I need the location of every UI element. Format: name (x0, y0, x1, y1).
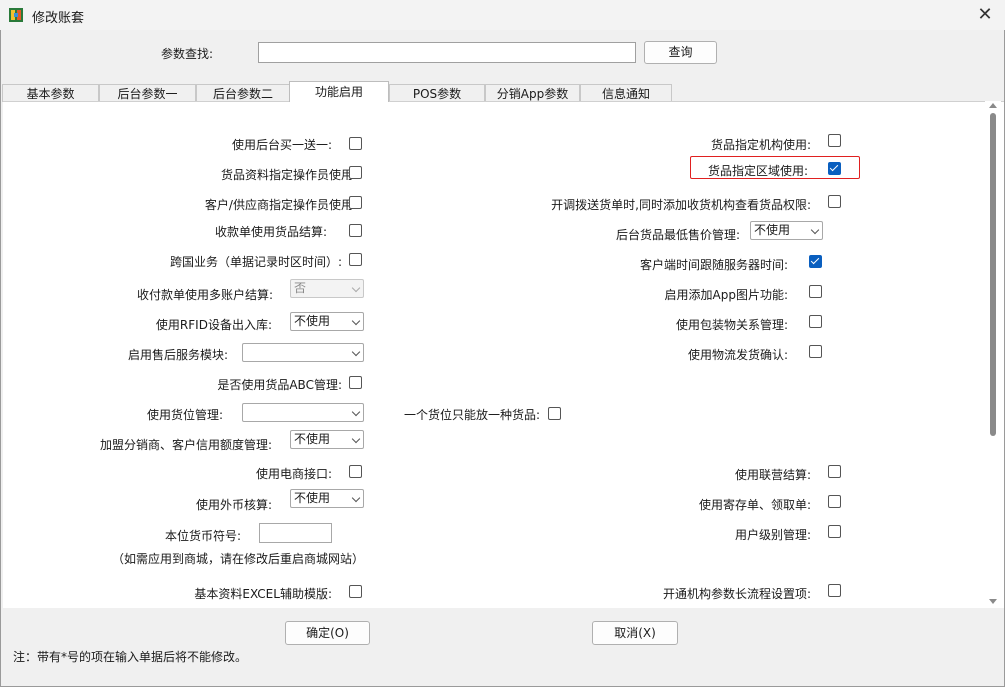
franchise-credit-select[interactable]: 不使用 (290, 430, 364, 449)
buy-one-get-one-checkbox[interactable] (349, 137, 362, 150)
search-input[interactable] (258, 42, 636, 63)
rfid-io-value: 不使用 (294, 314, 331, 328)
user-level-label: 用户级别管理: (734, 528, 811, 542)
rfid-io-label: 使用RFID设备出入库: (155, 318, 272, 332)
excel-template-checkbox[interactable] (349, 585, 362, 598)
vertical-scrollbar[interactable] (985, 101, 1001, 607)
client-server-time-checkbox[interactable] (809, 255, 822, 268)
client-server-time-label: 客户端时间跟随服务器时间: (639, 258, 788, 272)
org-long-process-label: 开通机构参数长流程设置项: (662, 587, 811, 601)
search-label: 参数查找: (161, 47, 214, 61)
goods-region-label: 货品指定区域使用: (707, 164, 808, 178)
foreign-currency-value: 不使用 (294, 491, 331, 505)
search-button[interactable]: 查询 (644, 41, 717, 64)
local-currency-symbol-input[interactable] (259, 523, 332, 543)
cross-border-label: 跨国业务（单据记录时区时间）: (169, 255, 342, 269)
one-goods-per-location-label: 一个货位只能放一种货品: (403, 408, 540, 422)
customer-supplier-operator-label: 客户/供应商指定操作员使用: (204, 198, 357, 212)
receipt-goods-settle-label: 收款单使用货品结算: (214, 225, 327, 239)
cross-border-checkbox[interactable] (349, 253, 362, 266)
scroll-down-icon[interactable] (989, 599, 997, 604)
customer-supplier-operator-checkbox[interactable] (349, 196, 362, 209)
goods-operator-checkbox[interactable] (349, 166, 362, 179)
rfid-io-select[interactable]: 不使用 (290, 312, 364, 331)
ecommerce-api-checkbox[interactable] (349, 465, 362, 478)
logistics-confirm-label: 使用物流发货确认: (687, 348, 788, 362)
packaging-relation-checkbox[interactable] (809, 315, 822, 328)
tab-notifications[interactable]: 信息通知 (580, 84, 672, 102)
min-price-label: 后台货品最低售价管理: (615, 228, 740, 242)
chevron-down-icon (351, 434, 361, 444)
chevron-down-icon (351, 407, 361, 417)
goods-org-checkbox[interactable] (828, 134, 841, 147)
min-price-select[interactable]: 不使用 (750, 221, 823, 240)
multi-account-settle-label: 收付款单使用多账户结算: (136, 288, 273, 302)
abc-management-checkbox[interactable] (349, 376, 362, 389)
goods-org-label: 货品指定机构使用: (710, 138, 811, 152)
local-currency-symbol-label: 本位货币符号: (164, 529, 241, 543)
goods-region-checkbox[interactable] (828, 162, 841, 175)
one-goods-per-location-checkbox[interactable] (548, 407, 561, 420)
tab-strip: 基本参数 后台参数一 后台参数二 功能启用 POS参数 分销App参数 信息通知 (2, 81, 1005, 102)
tab-backend-2[interactable]: 后台参数二 (196, 84, 290, 102)
close-icon[interactable]: ✕ (971, 2, 999, 28)
scroll-thumb[interactable] (990, 113, 996, 436)
goods-operator-label: 货品资料指定操作员使用: (220, 168, 357, 182)
abc-management-label: 是否使用货品ABC管理: (217, 378, 342, 392)
tab-features[interactable]: 功能启用 (289, 81, 389, 102)
joint-settlement-label: 使用联营结算: (734, 468, 811, 482)
tab-backend-1[interactable]: 后台参数一 (99, 84, 196, 102)
receipt-goods-settle-checkbox[interactable] (349, 224, 362, 237)
location-management-select[interactable] (242, 403, 364, 422)
min-price-value: 不使用 (754, 223, 791, 237)
footer-note: 注：带有*号的项在输入单据后将不能修改。 (13, 650, 248, 664)
logistics-confirm-checkbox[interactable] (809, 345, 822, 358)
app-images-label: 启用添加App图片功能: (664, 288, 789, 302)
chevron-down-icon (351, 283, 361, 293)
consignment-checkbox[interactable] (828, 495, 841, 508)
foreign-currency-label: 使用外币核算: (195, 498, 272, 512)
multi-account-settle-select: 否 (290, 279, 364, 298)
tab-pos[interactable]: POS参数 (389, 84, 485, 102)
user-level-checkbox[interactable] (828, 525, 841, 538)
chevron-down-icon (810, 225, 820, 235)
joint-settlement-checkbox[interactable] (828, 465, 841, 478)
chevron-down-icon (351, 316, 361, 326)
app-images-checkbox[interactable] (809, 285, 822, 298)
franchise-credit-value: 不使用 (294, 432, 331, 446)
ok-button[interactable]: 确定(O) (285, 621, 370, 645)
window-title: 修改账套 (32, 11, 85, 26)
tab-distribution-app[interactable]: 分销App参数 (485, 84, 580, 102)
org-long-process-checkbox[interactable] (828, 584, 841, 597)
transfer-permission-checkbox[interactable] (828, 195, 841, 208)
consignment-label: 使用寄存单、领取单: (698, 498, 811, 512)
tab-basic[interactable]: 基本参数 (2, 84, 99, 102)
packaging-relation-label: 使用包装物关系管理: (675, 318, 788, 332)
after-sales-select[interactable] (242, 343, 364, 362)
ecommerce-api-label: 使用电商接口: (255, 467, 332, 481)
scroll-up-icon[interactable] (989, 103, 997, 108)
local-currency-note: （如需应用到商城，请在修改后重启商城网站） (112, 552, 365, 566)
app-icon (9, 8, 23, 22)
transfer-permission-label: 开调拨送货单时,同时添加收货机构查看货品权限: (551, 198, 811, 212)
multi-account-settle-value: 否 (294, 281, 307, 295)
location-management-label: 使用货位管理: (146, 408, 223, 422)
excel-template-label: 基本资料EXCEL辅助模版: (194, 587, 332, 601)
after-sales-label: 启用售后服务模块: (127, 348, 228, 362)
chevron-down-icon (351, 493, 361, 503)
cancel-button[interactable]: 取消(X) (592, 621, 678, 645)
title-bar: 修改账套 ✕ (0, 0, 1005, 30)
buy-one-get-one-label: 使用后台买一送一: (231, 138, 332, 152)
franchise-credit-label: 加盟分销商、客户信用额度管理: (99, 438, 272, 452)
foreign-currency-select[interactable]: 不使用 (290, 489, 364, 508)
chevron-down-icon (351, 347, 361, 357)
